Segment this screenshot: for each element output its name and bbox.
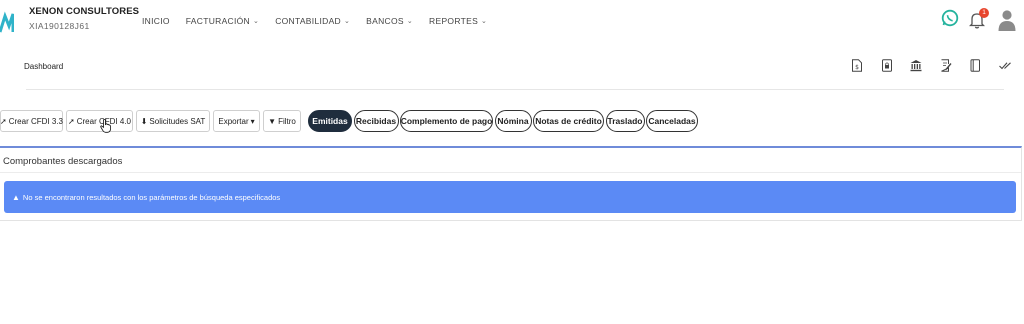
main-nav: INICIO FACTURACIÓN ⌄ CONTABILIDAD ⌄ BANCOS… xyxy=(142,16,503,26)
tab-nomina[interactable]: Nómina xyxy=(494,110,532,132)
breadcrumb[interactable]: Dashboard xyxy=(24,62,63,71)
nav-facturacion[interactable]: FACTURACIÓN ⌄ xyxy=(186,16,259,26)
lock-icon[interactable] xyxy=(879,57,895,73)
tab-recibidas-label: Recibidas xyxy=(355,116,397,126)
filter-icon: ▼ xyxy=(268,116,277,126)
nav-reportes-label: REPORTES xyxy=(429,16,479,26)
hand-cursor-icon xyxy=(100,119,111,133)
chevron-down-icon: ⌄ xyxy=(253,18,260,25)
filter-button[interactable]: ▼ Filtro xyxy=(263,110,301,132)
nav-facturacion-label: FACTURACIÓN xyxy=(185,16,251,26)
tab-notas-de-credito-label: Notas de crédito xyxy=(535,116,602,126)
book-icon[interactable] xyxy=(967,57,983,73)
header-divider xyxy=(26,89,1004,90)
company-rfc: XIA190128J61 xyxy=(29,21,90,31)
paper-plane-icon: ➚ xyxy=(68,116,75,126)
nav-bancos-label: BANCOS xyxy=(366,16,404,26)
tab-notas-de-credito[interactable]: Notas de crédito xyxy=(533,110,604,132)
tab-canceladas[interactable]: Canceladas xyxy=(646,110,698,132)
downloaded-receipts-panel: Comprobantes descargados ▲ No se encontr… xyxy=(0,146,1022,221)
company-logo-icon[interactable] xyxy=(0,10,14,36)
edit-document-icon[interactable] xyxy=(938,57,954,73)
alert-text: No se encontraron resultados con los par… xyxy=(22,192,281,202)
svg-text:$: $ xyxy=(855,64,859,71)
nav-bancos[interactable]: BANCOS ⌄ xyxy=(366,16,413,26)
nav-inicio-label: INICIO xyxy=(142,16,170,26)
whatsapp-icon[interactable] xyxy=(941,9,959,27)
nav-inicio[interactable]: INICIO xyxy=(142,16,170,26)
tab-canceladas-label: Canceladas xyxy=(648,116,696,126)
no-results-alert: ▲ No se encontraron resultados con los p… xyxy=(4,181,1016,213)
tab-traslado[interactable]: Traslado xyxy=(605,110,645,132)
company-name: XENON CONSULTORES xyxy=(29,6,140,17)
export-dropdown-button[interactable]: Exportar ▾ xyxy=(213,110,260,132)
export-label: Exportar xyxy=(218,116,249,126)
create-cfdi-33-label: Crear CFDI 3.3 xyxy=(8,116,63,126)
chevron-down-icon: ⌄ xyxy=(406,18,414,25)
invoice-dollar-icon[interactable]: $ xyxy=(849,57,865,73)
tab-recibidas[interactable]: Recibidas xyxy=(353,110,399,132)
panel-divider xyxy=(0,172,1021,173)
filter-label: Filtro xyxy=(278,116,296,126)
tab-emitidas[interactable]: Emitidas xyxy=(308,110,352,132)
tab-nomina-label: Nómina xyxy=(497,116,529,126)
chevron-down-icon: ⌄ xyxy=(343,18,351,25)
bank-icon[interactable] xyxy=(908,57,924,73)
double-check-icon[interactable] xyxy=(997,57,1013,73)
user-avatar-icon[interactable] xyxy=(998,9,1016,31)
nav-contabilidad[interactable]: CONTABILIDAD ⌄ xyxy=(275,16,350,26)
paper-plane-icon: ➚ xyxy=(0,116,7,126)
warning-icon: ▲ xyxy=(12,192,20,202)
caret-down-icon: ▾ xyxy=(250,116,255,126)
tab-emitidas-label: Emitidas xyxy=(312,116,348,126)
download-icon: ⬇ xyxy=(140,116,148,126)
tab-complemento-de-pago-label: Complemento de pago xyxy=(400,116,493,126)
quick-toolbar: $ xyxy=(849,57,1024,73)
panel-title: Comprobantes descargados xyxy=(3,156,123,167)
sat-requests-label: Solicitudes SAT xyxy=(149,116,206,126)
sat-requests-button[interactable]: ⬇ Solicitudes SAT xyxy=(136,110,210,132)
nav-contabilidad-label: CONTABILIDAD xyxy=(275,16,341,26)
tab-complemento-de-pago[interactable]: Complemento de pago xyxy=(400,110,493,132)
top-navbar: XENON CONSULTORES XIA190128J61 INICIO FA… xyxy=(0,0,1024,44)
chevron-down-icon: ⌄ xyxy=(481,18,488,25)
nav-reportes[interactable]: REPORTES ⌄ xyxy=(429,16,487,26)
create-cfdi-33-button[interactable]: ➚ Crear CFDI 3.3 xyxy=(0,110,63,132)
tab-traslado-label: Traslado xyxy=(607,116,643,126)
notification-badge: 1 xyxy=(979,8,989,18)
